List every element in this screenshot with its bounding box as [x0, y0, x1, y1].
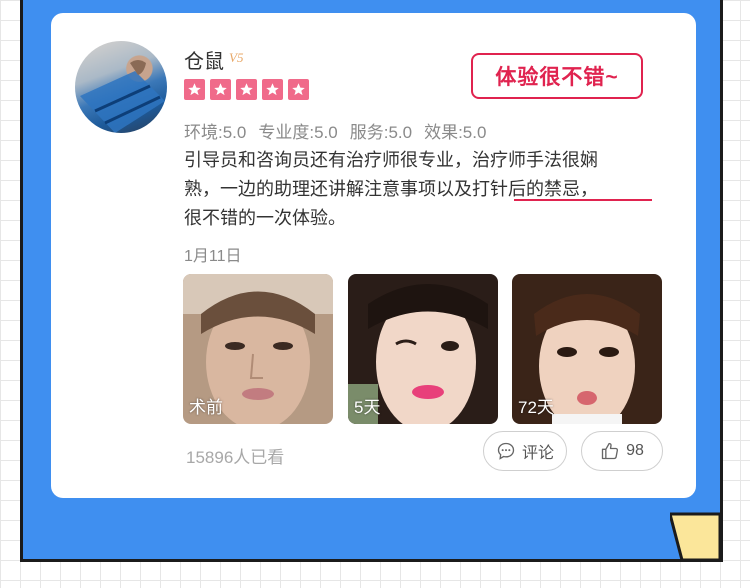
- like-count: 98: [626, 442, 644, 459]
- like-button[interactable]: 98: [581, 431, 663, 471]
- review-date: 1月11日: [184, 248, 242, 265]
- review-text: 引导员和咨询员还有治疗师很专业，治疗师手法很娴 熟，一边的助理还讲解注意事项以及…: [184, 146, 664, 233]
- score-list: 环境:5.0 专业度:5.0 服务:5.0 效果:5.0: [184, 118, 486, 143]
- photo-label: 术前: [189, 398, 223, 417]
- page-fold-corner: [670, 512, 722, 562]
- photo-day-5[interactable]: 5天: [348, 274, 498, 424]
- review-line: 引导员和咨询员还有治疗师很专业，治疗师手法很娴: [184, 150, 598, 170]
- score-professionalism: 专业度:5.0: [258, 123, 338, 142]
- score-environment: 环境:5.0: [184, 123, 247, 142]
- comment-icon: [497, 442, 515, 460]
- review-line: 很不错的一次体验。: [184, 208, 346, 228]
- thumbs-up-icon: [601, 442, 619, 460]
- username: 仓鼠: [184, 51, 224, 73]
- photo-before[interactable]: 术前: [183, 274, 333, 424]
- star-icon: [288, 79, 309, 100]
- star-icon: [262, 79, 283, 100]
- score-service: 服务:5.0: [349, 123, 413, 142]
- star-icon: [236, 79, 257, 100]
- view-count: 15896人已看: [186, 448, 285, 467]
- vip-level-badge: V5: [229, 50, 244, 65]
- comment-button[interactable]: 评论: [483, 431, 567, 471]
- star-icon: [210, 79, 231, 100]
- star-rating: [184, 79, 309, 100]
- comment-label: 评论: [521, 445, 554, 462]
- highlight-underline: [514, 199, 652, 201]
- experience-tag-button[interactable]: 体验很不错~: [471, 53, 643, 99]
- star-icon: [184, 79, 205, 100]
- avatar[interactable]: [75, 41, 167, 133]
- photo-label: 5天: [354, 398, 381, 417]
- photo-day-72[interactable]: 72天: [512, 274, 662, 424]
- review-card: 仓鼠 V5 体验很不错~ 环境:5.0 专业度:5.0 服务:5.0 效果:5.…: [51, 13, 696, 498]
- photo-label: 72天: [518, 398, 554, 417]
- score-effect: 效果:5.0: [424, 123, 487, 142]
